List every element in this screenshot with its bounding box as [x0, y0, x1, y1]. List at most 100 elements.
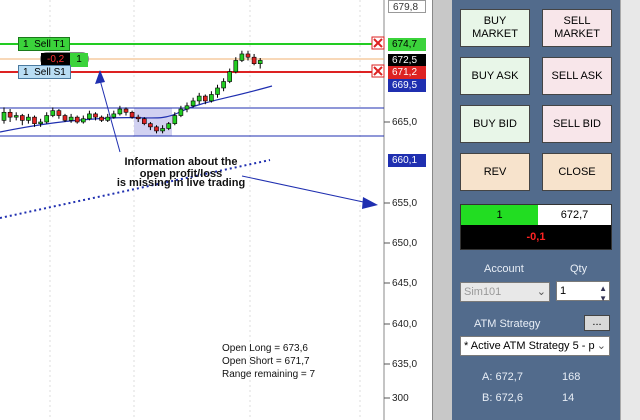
- sell-market-button[interactable]: SELL MARKET: [542, 9, 612, 47]
- target-label: Sell T1: [34, 39, 66, 50]
- chevron-down-icon: ⌄: [536, 286, 546, 298]
- stepper-down-icon[interactable]: ▼: [599, 290, 607, 308]
- candle: [184, 105, 190, 110]
- axis-top-price: 679,8: [388, 0, 426, 13]
- candle: [111, 113, 117, 118]
- candle: [62, 115, 68, 121]
- axis-blue-price: 669,5: [388, 79, 426, 92]
- axis-target-price: 674,7: [388, 38, 426, 51]
- candle: [44, 115, 50, 123]
- stat-range-remaining: Range remaining = 7: [222, 369, 316, 380]
- price-label-300: 300: [392, 393, 409, 404]
- splitter[interactable]: [432, 0, 452, 420]
- candle: [196, 95, 202, 102]
- chevron-down-icon: ⌄: [596, 340, 606, 352]
- target-order-tag[interactable]: 1 Sell T1: [18, 37, 71, 51]
- atm-strategy-select[interactable]: * Active ATM Strategy 5 - p ⌄: [460, 336, 610, 356]
- candle: [172, 115, 178, 124]
- candle: [221, 81, 226, 89]
- position-price-cell: 672,7: [538, 205, 611, 225]
- vertical-scrollbar[interactable]: [620, 0, 640, 420]
- sell-ask-button[interactable]: SELL ASK: [542, 57, 612, 95]
- position-display: 1 672,7 -0,1: [460, 204, 612, 250]
- close-target-icon: [371, 36, 385, 50]
- stop-label: Sell S1: [34, 67, 66, 78]
- candle: [209, 94, 214, 102]
- candle: [123, 108, 129, 113]
- candle: [148, 123, 153, 128]
- candle: [81, 118, 86, 123]
- ask-size: 168: [562, 371, 581, 383]
- candle: [93, 113, 98, 118]
- account-value: Sim101: [464, 286, 502, 298]
- close-stop-icon: [371, 64, 385, 78]
- annotation-line-1: Information about the: [124, 156, 238, 168]
- qty-value: 1: [560, 285, 567, 297]
- pnl-cell: -0,1: [461, 225, 611, 249]
- candle: [105, 116, 110, 121]
- stop-qty: 1: [23, 67, 29, 78]
- sell-bid-button[interactable]: SELL BID: [542, 105, 612, 143]
- candle: [160, 128, 165, 132]
- candle: [251, 56, 257, 64]
- annotation-line-3: is missing in live trading: [116, 177, 246, 189]
- candle: [239, 53, 245, 61]
- annotation-text: Information about the open profit/loss i…: [96, 156, 266, 189]
- candle: [32, 116, 37, 124]
- candle: [117, 108, 123, 115]
- position-qty: 1: [70, 53, 88, 67]
- position-qty-cell: 1: [461, 205, 538, 225]
- axis-stop-price: 671,2: [388, 66, 426, 79]
- buy-ask-button[interactable]: BUY ASK: [460, 57, 530, 95]
- qty-label: Qty: [570, 263, 588, 275]
- axis-blue2-price: 660,1: [388, 154, 426, 167]
- candle: [203, 95, 208, 102]
- bid-size: 14: [562, 392, 575, 404]
- candle: [7, 111, 13, 118]
- candle: [178, 108, 184, 116]
- candle: [56, 110, 62, 116]
- candle: [13, 115, 19, 118]
- candle: [26, 116, 31, 121]
- atm-strategy-label: ATM Strategy: [474, 318, 541, 330]
- ask-label: A: 672,7: [482, 371, 523, 383]
- price-chart[interactable]: 1 Sell T1 -0,2 1 1 Sell S1 679,8 674,7 67…: [0, 0, 432, 420]
- price-label-665: 665,0: [392, 117, 418, 128]
- qty-stepper[interactable]: 1 ▲ ▼: [556, 281, 610, 303]
- arrow-head-right: [362, 197, 378, 209]
- candle: [1, 111, 7, 121]
- candle: [87, 113, 92, 120]
- candle: [215, 87, 220, 95]
- buy-market-button[interactable]: BUY MARKET: [460, 9, 530, 47]
- candle: [50, 110, 56, 116]
- stat-open-short: Open Short = 671,7: [222, 356, 310, 367]
- chart-trader-panel: BUY MARKET SELL MARKET BUY ASK SELL ASK …: [452, 0, 620, 420]
- account-select[interactable]: Sim101 ⌄: [460, 282, 550, 302]
- candle: [233, 60, 239, 73]
- stop-order-tag[interactable]: 1 Sell S1: [18, 65, 71, 79]
- close-button[interactable]: CLOSE: [542, 153, 612, 191]
- price-label-645: 645,0: [392, 278, 418, 289]
- reverse-button[interactable]: REV: [460, 153, 530, 191]
- candle: [190, 100, 196, 107]
- position-tag[interactable]: -0,2 1: [40, 52, 89, 67]
- price-label-635: 635,0: [392, 359, 418, 370]
- candle: [74, 116, 80, 123]
- bid-label: B: 672,6: [482, 392, 523, 404]
- atm-strategy-value: * Active ATM Strategy 5 - p: [464, 340, 595, 352]
- candle: [129, 111, 135, 118]
- candle: [257, 60, 263, 64]
- highlight-region: [134, 108, 172, 136]
- price-label-650: 650,0: [392, 238, 418, 249]
- stat-open-long: Open Long = 673,6: [222, 343, 308, 354]
- atm-options-button[interactable]: ...: [584, 315, 610, 331]
- candle: [99, 116, 104, 121]
- price-label-640: 640,0: [392, 319, 418, 330]
- candle: [19, 115, 25, 121]
- buy-bid-button[interactable]: BUY BID: [460, 105, 530, 143]
- target-qty: 1: [23, 39, 29, 50]
- candle: [245, 53, 251, 58]
- candle: [38, 121, 43, 124]
- candle: [154, 126, 159, 132]
- stats-box: Open Long = 673,6 Open Short = 671,7 Ran…: [222, 342, 315, 381]
